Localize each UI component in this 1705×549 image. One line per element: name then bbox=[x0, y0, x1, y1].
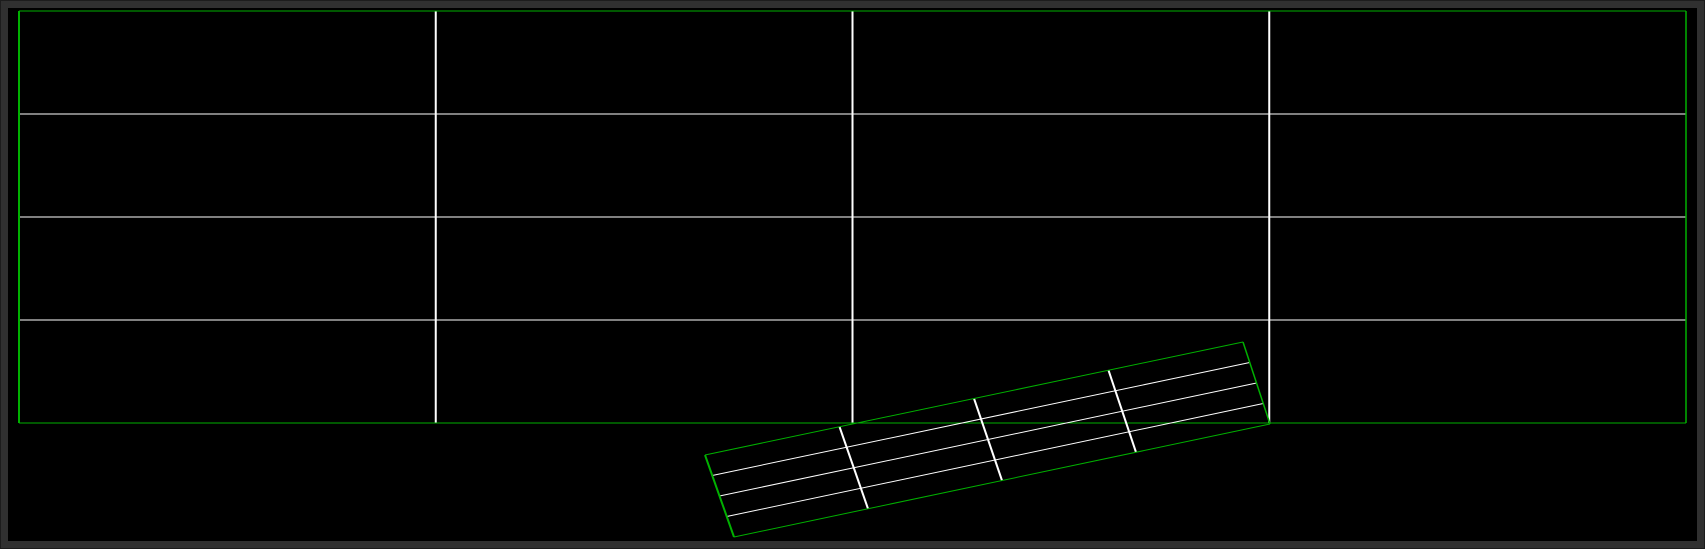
rotated-grid-boundary-top bbox=[704, 341, 1244, 456]
rotated-grid-column-line bbox=[1107, 369, 1137, 453]
rotated-grid-boundary-bottom bbox=[733, 423, 1271, 538]
app-window bbox=[0, 0, 1705, 549]
rotated-grid-column-line bbox=[973, 398, 1003, 481]
rotated-grid-column-line bbox=[838, 426, 869, 510]
rotated-grid-boundary-left bbox=[704, 454, 735, 538]
rotated-grid-boundary-right bbox=[1242, 341, 1271, 425]
grid-canvas[interactable] bbox=[0, 0, 1705, 549]
